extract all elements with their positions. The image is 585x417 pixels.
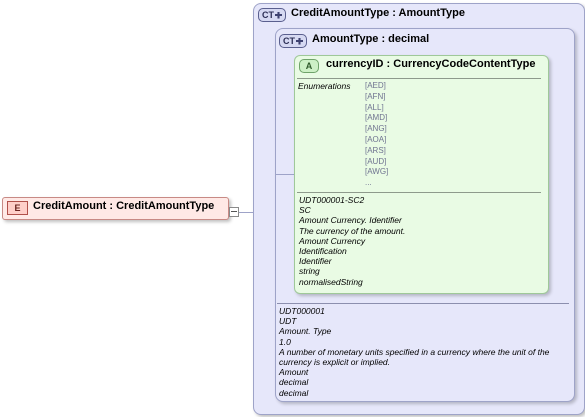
enumeration-value: [AUD] — [365, 156, 387, 166]
annotation-line: 1.0 — [279, 336, 291, 347]
enumeration-value: [ARS] — [365, 145, 386, 155]
collapse-toggle-icon[interactable] — [229, 207, 239, 217]
complex-type-icon: CT — [279, 34, 307, 48]
complex-type-badge-text: CT — [262, 10, 274, 20]
complex-type-badge-text: CT — [283, 36, 295, 46]
attribute-title-divider — [297, 78, 541, 79]
enumerations-label: Enumerations — [298, 81, 351, 91]
enumeration-value: [ALL] — [365, 102, 384, 112]
plus-icon — [275, 11, 282, 19]
annotation-line: UDT000001-SC2 — [299, 195, 365, 205]
plus-icon — [296, 37, 303, 45]
attribute-annotations: UDT000001-SC2 SC Amount Currency. Identi… — [299, 195, 405, 287]
inner-branch-to-attribute — [275, 174, 294, 175]
annotation-line: UDT — [279, 316, 297, 327]
inner-type-annotations: UDT000001 UDT Amount. Type 1.0 A number … — [279, 306, 570, 398]
annotation-line: normalisedString — [299, 276, 363, 287]
connector-element-to-type — [239, 212, 253, 213]
annotation-line: Amount Currency — [299, 235, 366, 246]
annotation-line: Amount Currency. Identifier — [299, 215, 402, 226]
minus-icon — [231, 211, 237, 212]
attribute-badge-text: A — [305, 61, 313, 71]
enumeration-ellipsis: ... — [365, 178, 372, 188]
annotation-line: Amount — [279, 367, 309, 378]
annotation-line: A number of monetary units specified in … — [279, 346, 550, 368]
complex-type-icon: CT — [258, 8, 286, 22]
element-title: CreditAmount : CreditAmountType — [33, 200, 215, 212]
outer-type-title: CreditAmountType : AmountType — [291, 7, 465, 19]
enumeration-value: [AFN] — [365, 91, 386, 101]
inner-type-annotation-divider — [277, 303, 569, 304]
annotation-line: SC — [299, 205, 311, 216]
annotation-line: string — [299, 266, 320, 277]
element-badge-text: E — [14, 203, 21, 213]
attribute-icon: A — [299, 59, 319, 73]
enumerations-list: [AED] [AFN] [ALL] [AMD] [ANG] [AOA] [ARS… — [365, 81, 388, 189]
attribute-annotation-divider — [297, 192, 541, 193]
annotation-line: decimal — [279, 387, 309, 398]
attribute-title: currencyID : CurrencyCodeContentType — [326, 58, 536, 70]
annotation-line: UDT000001 — [279, 306, 325, 316]
enumeration-value: [AWG] — [365, 167, 389, 177]
enumeration-value: [ANG] — [365, 124, 387, 134]
annotation-line: Identifier — [299, 256, 332, 267]
annotation-line: Identification — [299, 246, 347, 257]
inner-branch-line — [275, 174, 276, 196]
element-icon: E — [7, 201, 28, 215]
annotation-line: decimal — [279, 377, 309, 388]
annotation-line: Amount. Type — [279, 326, 332, 337]
inner-type-title: AmountType : decimal — [312, 33, 430, 45]
annotation-line: The currency of the amount. — [299, 225, 406, 236]
enumeration-value: [AMD] — [365, 113, 388, 123]
enumeration-value: [AOA] — [365, 134, 387, 144]
enumeration-value: [AED] — [365, 81, 386, 90]
